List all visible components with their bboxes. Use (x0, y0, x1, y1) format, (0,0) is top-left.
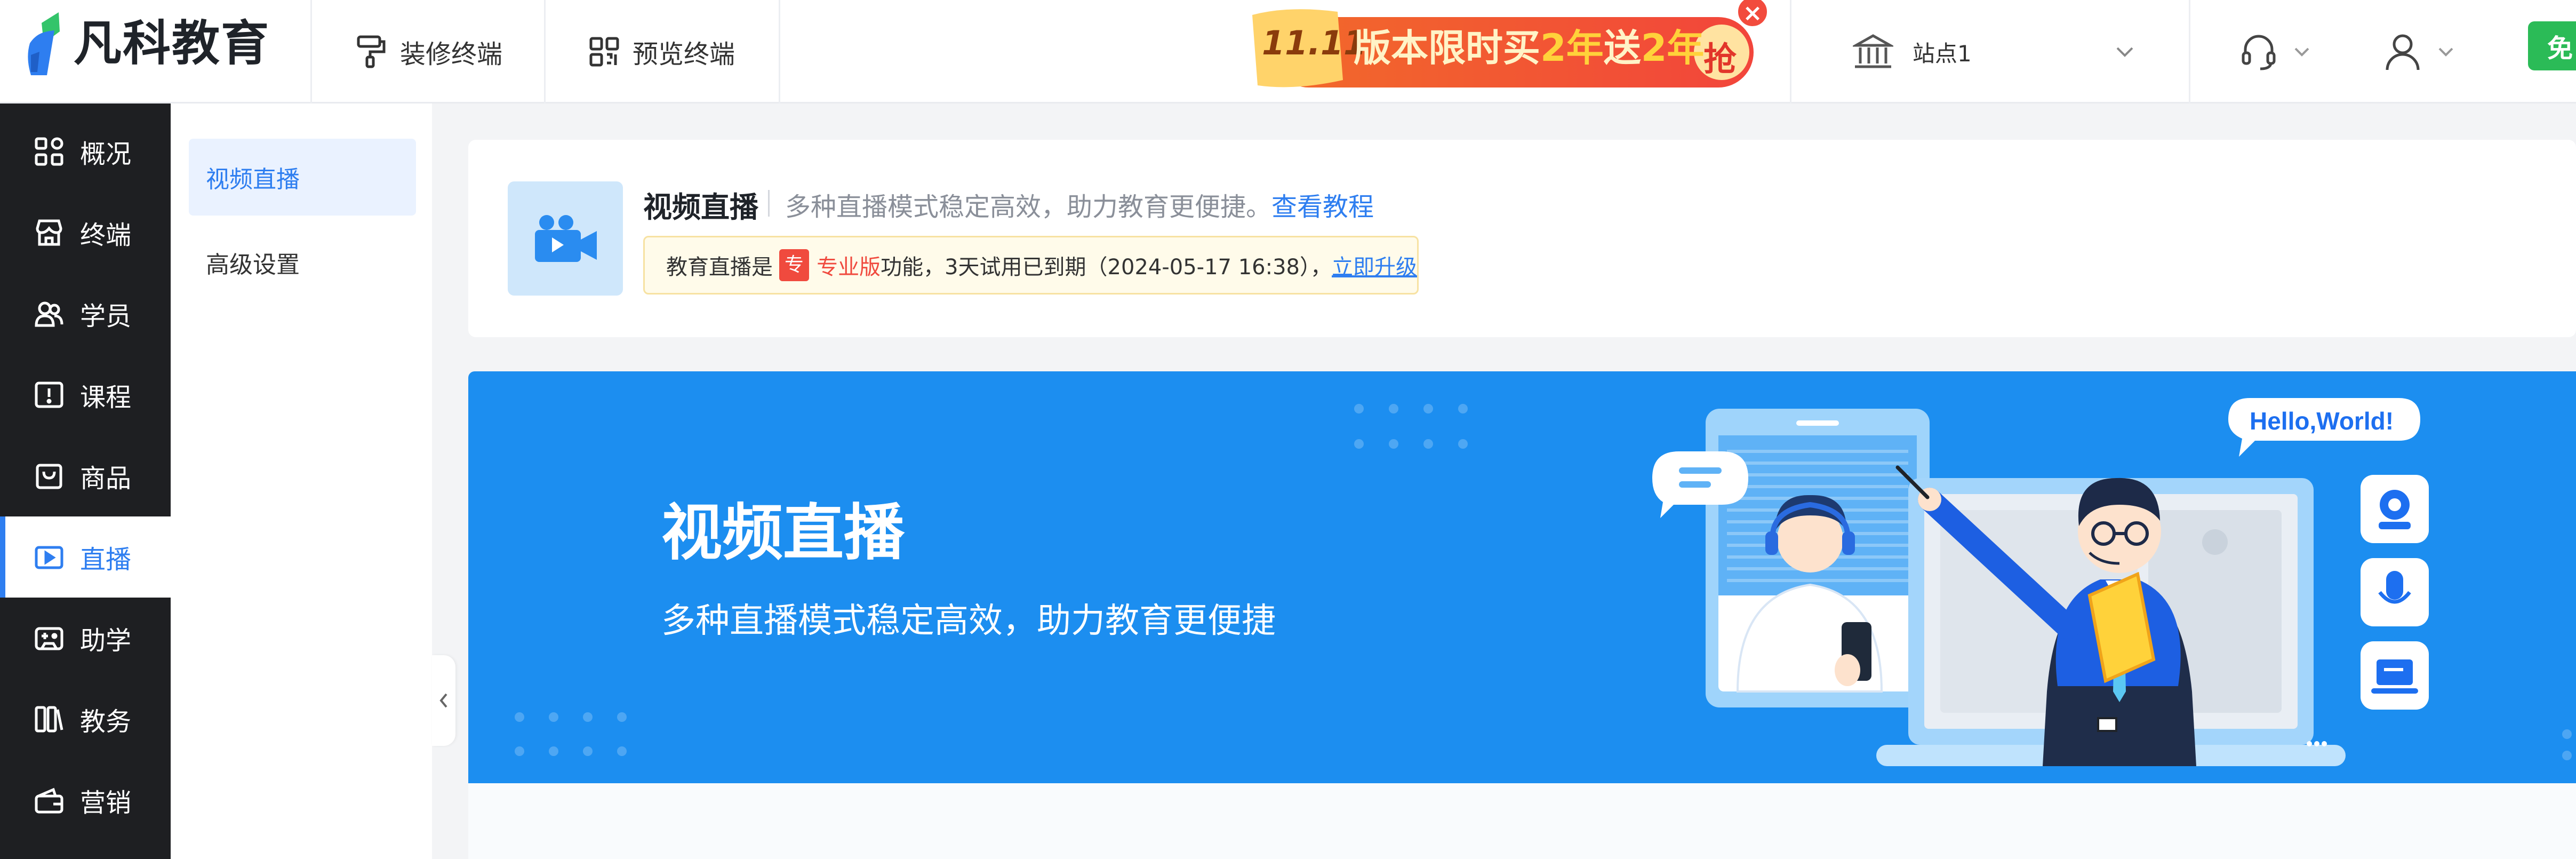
banner-title: 视频直播 (661, 497, 905, 568)
sidebar-item-courses[interactable]: 课程 (0, 354, 171, 435)
upgrade-now-link[interactable]: 立即升级 (1332, 250, 1417, 281)
hello-world-bubble-text: Hello,World! (2250, 407, 2394, 435)
sidebar-item-live[interactable]: 直播 (0, 516, 171, 598)
chevron-down-icon (2438, 47, 2453, 57)
books-icon (35, 706, 63, 733)
primary-sidebar: 概况 终端 学员 课程 商品 直播 助学 教务 营销 (0, 104, 171, 859)
view-tutorial-link[interactable]: 查看教程 (1271, 192, 1374, 222)
secondary-sidebar: 视频直播 高级设置 (171, 104, 432, 859)
brand-logo-mark (28, 12, 60, 75)
subnav-item-advanced-settings[interactable]: 高级设置 (189, 224, 416, 301)
promo-badge: 11.11 (1262, 23, 1367, 62)
user-icon (2386, 34, 2420, 70)
live-video-icon (35, 546, 63, 569)
sidebar-item-study-aid[interactable]: 助学 (0, 598, 171, 679)
live-feature-banner: Hello,World! (468, 371, 2576, 783)
wallet-icon (35, 788, 63, 814)
trial-expired-notice: 教育直播是专专业版 功能，3天试用已到期（2024-05-17 16:38）， 立即… (643, 236, 1419, 295)
site-selector[interactable]: 站点1 (1853, 0, 2134, 104)
video-camera-icon (508, 181, 623, 296)
sidebar-item-products[interactable]: 商品 (0, 435, 171, 516)
topbar-divider (1790, 0, 1791, 104)
topbar-divider (310, 0, 312, 104)
qr-code-icon (589, 37, 619, 67)
sidebar-item-label: 终端 (80, 220, 132, 250)
institution-icon (1853, 34, 1893, 68)
sidebar-item-label: 直播 (80, 545, 132, 575)
sidebar-item-students[interactable]: 学员 (0, 273, 171, 354)
dashboard-icon (35, 137, 63, 166)
free-trial-button[interactable]: 免 (2528, 21, 2576, 70)
sidebar-item-terminal[interactable]: 终端 (0, 192, 171, 273)
top-bar: 凡科教育 装修终端 预览终端 11.11 版本限时买2年送2年 抢 × 站点1 … (0, 0, 2576, 104)
pro-edition-text: 专业版 (817, 255, 881, 280)
brand-name: 凡科教育 (74, 15, 270, 71)
game-controller-icon (35, 627, 63, 650)
sidebar-item-overview[interactable]: 概况 (0, 111, 171, 192)
sidebar-item-label: 教务 (80, 707, 132, 737)
paint-roller-icon (357, 35, 386, 68)
topbar-divider (2189, 0, 2190, 104)
sidebar-item-label: 概况 (80, 139, 132, 169)
subnav-item-video-live[interactable]: 视频直播 (189, 139, 416, 216)
feature-title: 视频直播 (643, 190, 758, 224)
sidebar-item-label: 学员 (80, 301, 132, 331)
content-area (468, 783, 2576, 859)
course-icon (35, 381, 63, 408)
banner-subtitle: 多种直播模式稳定高效，助力教育更便捷 (661, 601, 1276, 641)
pro-badge: 专 (779, 249, 810, 281)
sidebar-item-label: 商品 (80, 464, 132, 494)
collapse-sidebar-button[interactable] (432, 655, 455, 746)
decorate-terminal-button[interactable]: 装修终端 (356, 0, 502, 104)
sidebar-item-label: 营销 (80, 788, 132, 818)
chevron-left-icon (439, 693, 447, 708)
users-icon (35, 301, 63, 327)
chevron-down-icon (2294, 47, 2309, 57)
support-menu-button[interactable] (2240, 0, 2310, 104)
brand-logo[interactable]: 凡科教育 (26, 12, 270, 76)
promo-grab-label: 抢 (1703, 39, 1737, 78)
promo-banner[interactable]: 11.11 版本限时买2年送2年 抢 × (1252, 0, 1770, 91)
preview-terminal-button[interactable]: 预览终端 (589, 0, 735, 104)
sidebar-item-label: 课程 (80, 383, 132, 412)
preview-terminal-label: 预览终端 (633, 39, 735, 69)
site-selector-value: 站点1 (1913, 40, 1972, 67)
sidebar-item-label: 助学 (80, 626, 132, 656)
topbar-divider (544, 0, 546, 104)
sidebar-item-marketing[interactable]: 营销 (0, 760, 171, 841)
store-icon (36, 219, 62, 246)
decorate-terminal-label: 装修终端 (400, 39, 503, 69)
headset-icon (2242, 35, 2276, 70)
shopping-bag-icon (36, 464, 62, 489)
promo-text: 版本限时买2年送2年 (1354, 26, 1705, 70)
account-menu-button[interactable] (2384, 0, 2454, 104)
chevron-down-icon (2116, 47, 2133, 57)
sidebar-item-academic[interactable]: 教务 (0, 679, 171, 760)
title-divider (768, 190, 770, 217)
topbar-divider (779, 0, 780, 104)
feature-description: 多种直播模式稳定高效，助力教育更便捷。查看教程 (785, 192, 1374, 222)
